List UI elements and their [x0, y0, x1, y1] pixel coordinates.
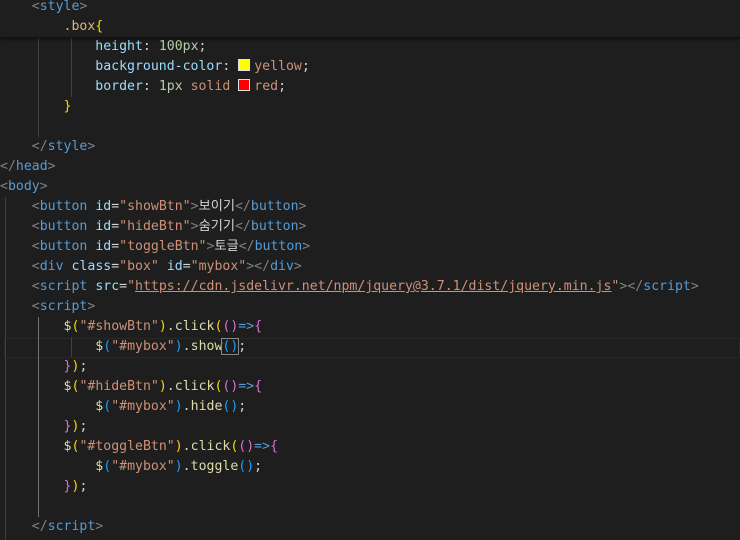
- code-line: $("#showBtn").click(()=>{: [63, 319, 263, 334]
- code-text: 숨기기: [198, 219, 235, 234]
- code-tag: button: [250, 199, 299, 214]
- code-tag: button: [39, 239, 88, 254]
- code-line: <script src="https://cdn.jsdelivr.net/np…: [31, 279, 699, 294]
- code-line: <script>: [31, 299, 96, 314]
- code-line: .box{: [63, 19, 104, 34]
- code-line-current[interactable]: $("#mybox").show();: [0, 337, 740, 357]
- code-line: height: 100px;: [95, 39, 207, 54]
- code-tag: button: [250, 219, 299, 234]
- code-line: background-color: yellow;: [95, 59, 310, 74]
- code-line: });: [63, 479, 88, 494]
- indent-guide: [71, 337, 72, 357]
- code-attr: id: [95, 219, 112, 234]
- code-string: "#mybox": [111, 399, 175, 414]
- code-line: </style>: [31, 139, 96, 154]
- code-function: hide: [190, 399, 223, 414]
- indent-guide: [5, 197, 6, 540]
- code-tag: style: [39, 0, 80, 14]
- css-value: 100px: [158, 39, 199, 54]
- code-line: }: [63, 99, 72, 114]
- code-function: click: [190, 439, 231, 454]
- css-selector: .box: [63, 19, 96, 34]
- code-function: toggle: [190, 459, 239, 474]
- color-swatch-red[interactable]: [238, 79, 251, 91]
- code-function: click: [174, 379, 215, 394]
- code-line: <div class="box" id="mybox"></div>: [31, 259, 302, 274]
- code-tag: div: [39, 259, 64, 274]
- code-attr: id: [95, 239, 112, 254]
- code-line: <button id="toggleBtn">토글</button>: [31, 239, 311, 254]
- code-string: "box": [119, 259, 159, 274]
- code-line: border: 1px solid red;: [95, 79, 287, 94]
- code-text: 토글: [214, 239, 239, 254]
- css-value: solid: [190, 79, 231, 94]
- code-attr: id: [95, 199, 112, 214]
- code-tag: script: [643, 279, 691, 294]
- indent-guide: [71, 37, 72, 97]
- code-string: "#hideBtn": [79, 379, 159, 394]
- css-property: height: [95, 39, 143, 54]
- code-line: $("#mybox").toggle();: [95, 459, 263, 474]
- code-tag: script: [47, 519, 96, 534]
- css-property: background-color: [95, 59, 223, 74]
- code-line: $("#hideBtn").click(()=>{: [63, 379, 263, 394]
- code-line: <button id="showBtn">보이기</button>: [31, 199, 307, 214]
- code-line: });: [63, 359, 88, 374]
- code-text: 보이기: [198, 199, 235, 214]
- code-line: </head>: [0, 159, 56, 174]
- code-line: });: [63, 419, 88, 434]
- code-tag: body: [7, 179, 40, 194]
- color-swatch-yellow[interactable]: [238, 59, 251, 71]
- code-string: "mybox": [190, 259, 247, 274]
- code-line: </script>: [31, 519, 104, 534]
- code-string: "#showBtn": [79, 319, 159, 334]
- code-tag: head: [15, 159, 48, 174]
- code-line: <body>: [0, 179, 48, 194]
- code-string: "#mybox": [111, 339, 175, 354]
- sticky-scroll-header[interactable]: <style> .box{: [0, 0, 740, 37]
- code-tag: div: [270, 259, 294, 274]
- text-cursor: (): [221, 338, 240, 355]
- code-attr: class: [71, 259, 112, 274]
- code-line: $("#mybox").hide();: [95, 399, 247, 414]
- code-function: click: [174, 319, 215, 334]
- css-value: red: [254, 79, 279, 94]
- code-tag: button: [254, 239, 303, 254]
- code-string: "toggleBtn": [119, 239, 207, 254]
- code-tag: button: [39, 199, 88, 214]
- css-value: 1px: [158, 79, 183, 94]
- code-string: "#toggleBtn": [79, 439, 175, 454]
- code-tag: style: [47, 139, 88, 154]
- code-editor[interactable]: <style> .box{ height: 100px; background-…: [0, 0, 740, 540]
- code-tag: script: [39, 299, 88, 314]
- css-property: border: [95, 79, 143, 94]
- indent-guide-active: [38, 317, 39, 517]
- code-attr: src: [95, 279, 120, 294]
- code-tag: button: [39, 219, 88, 234]
- code-string: "showBtn": [119, 199, 191, 214]
- code-line: <style>: [31, 0, 88, 14]
- code-line: $("#toggleBtn").click(()=>{: [63, 439, 279, 454]
- css-value: yellow: [254, 59, 302, 74]
- code-attr: id: [166, 259, 183, 274]
- jquery-url-link[interactable]: https://cdn.jsdelivr.net/npm/jquery@3.7.…: [135, 279, 611, 294]
- code-string: "#mybox": [111, 459, 175, 474]
- indent-guide: [38, 37, 39, 137]
- code-tag: script: [39, 279, 88, 294]
- code-line: <button id="hideBtn">숨기기</button>: [31, 219, 307, 234]
- code-function: show: [190, 339, 223, 354]
- code-string: "hideBtn": [119, 219, 191, 234]
